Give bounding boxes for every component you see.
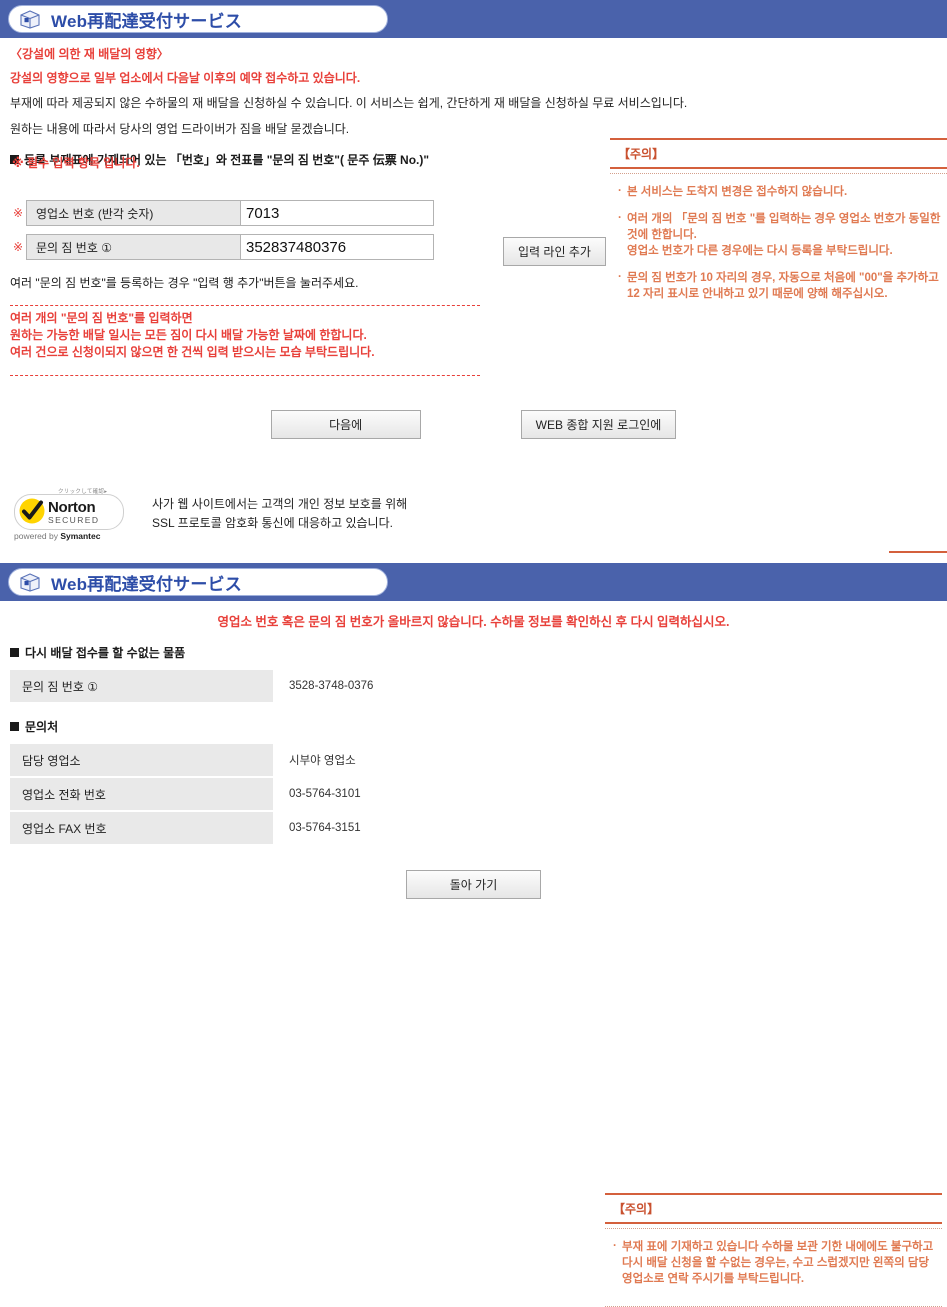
package-number-label: 문의 짐 번호 ①: [10, 670, 273, 704]
norton-powered-by: powered by Symantec: [14, 531, 101, 541]
required-heading-red-layer: ※ 필수 입력 항목 입니다.: [12, 156, 140, 170]
panel2-button-row: 돌아 가기: [10, 870, 937, 899]
intro-heading-2: 강설의 영향으로 일부 업소에서 다음날 이후의 예약 접수하고 있습니다.: [10, 71, 361, 85]
norton-secured-section: クリックして確認▸ Norton SECURED powered by Syma…: [10, 485, 937, 543]
office-fax-label: 영업소 FAX 번호: [10, 811, 273, 846]
contact-info-table: 담당 영업소 시부야 영업소 영업소 전화 번호 03-5764-3101 영업…: [10, 744, 565, 846]
office-name-label: 담당 영업소: [10, 744, 273, 778]
error-message: 영업소 번호 혹은 문의 짐 번호가 올바르지 않습니다. 수하물 정보를 확인…: [217, 615, 730, 629]
norton-secured-label: SECURED: [48, 514, 100, 525]
panel1-notice-panel: 【주의】 본 서비스는 도착지 변경은 접수하지 않습니다. 여러 개의 「문의…: [610, 138, 947, 321]
required-asterisk: ※: [12, 206, 24, 220]
panel1-titlebar: Web再配達受付サービス: [0, 0, 947, 38]
table-row: 문의 짐 번호 ① 3528-3748-0376: [10, 670, 565, 704]
panel1-button-row: 다음에 WEB 종합 지원 로그인에: [10, 410, 937, 439]
office-phone-value: 03-5764-3101: [273, 777, 565, 812]
panel2-title: Web再配達受付サービス: [51, 574, 242, 594]
back-button[interactable]: 돌아 가기: [406, 870, 541, 899]
bullet-square-icon: [10, 648, 19, 657]
ssl-description-line2: SSL 프로토콜 암호화 통신에 대응하고 있습니다.: [152, 516, 393, 530]
ssl-description: 사가 웹 사이트에서는 고객의 개인 정보 보호를 위해 SSL 프로토콜 암호…: [152, 495, 407, 533]
multi-entry-warning-line2: 원하는 가능한 배달 일시는 모든 짐이 다시 배달 가능한 날짜에 한합니다.: [10, 328, 367, 342]
intro-heading: 〈강설에 의한 재 배달의 영향〉: [10, 47, 169, 61]
bullet-square-icon: [10, 722, 19, 731]
office-name-value: 시부야 영업소: [273, 744, 565, 778]
panel2-notice-panel: 【주의】 부재 표에 기재하고 있습니다 수하물 보관 기한 내에에도 불구하고…: [605, 1193, 942, 1307]
package-box-icon: [19, 9, 41, 29]
panel2-title-pill: Web再配達受付サービス: [8, 568, 388, 596]
intro-body-line1: 부재에 따라 제공되지 않은 수하물의 재 배달을 신청하실 수 있습니다. 이…: [10, 96, 688, 110]
undeliverable-items-table: 문의 짐 번호 ① 3528-3748-0376: [10, 670, 565, 704]
ssl-description-line1: 사가 웹 사이트에서는 고객의 개인 정보 보호를 위해: [152, 497, 408, 511]
add-input-line-button[interactable]: 입력 라인 추가: [503, 237, 606, 266]
panel2-titlebar: Web再配達受付サービス: [0, 551, 947, 601]
web-support-login-button[interactable]: WEB 종합 지원 로그인에: [520, 410, 677, 439]
clipped-notice-rule: [889, 551, 947, 557]
package-number-input[interactable]: 352837480376: [241, 234, 434, 260]
panel2-notice-list: 부재 표에 기재하고 있습니다 수하물 보관 기한 내에에도 불구하고 다시 배…: [605, 1229, 942, 1306]
office-phone-label: 영업소 전화 번호: [10, 777, 273, 812]
norton-badge[interactable]: クリックして確認▸ Norton SECURED powered by Syma…: [14, 485, 124, 543]
norton-wordmark: Norton SECURED: [48, 500, 99, 525]
required-asterisk: ※: [12, 240, 24, 254]
intro-body-line2: 원하는 내용에 따라서 당사의 영업 드라이버가 짐을 배달 묻겠습니다.: [10, 122, 350, 136]
section-title-undeliverable: 다시 배달 접수를 할 수없는 물품: [10, 644, 937, 661]
multi-entry-warning-line3: 여러 건으로 신청이되지 않으면 한 건씩 입력 받으시는 모습 부탁드립니다.: [10, 345, 375, 359]
symantec-brand: Symantec: [60, 531, 101, 541]
panel1-notice-item: 본 서비스는 도착지 변경은 접수하지 않습니다.: [616, 183, 941, 200]
panel1-title-pill: Web再配達受付サービス: [8, 5, 388, 33]
norton-brand: Norton: [48, 498, 96, 516]
panel1-notice-title: 【주의】: [610, 138, 947, 169]
divider-dashed-top: [10, 305, 480, 306]
panel1-notice-list: 본 서비스는 도착지 변경은 접수하지 않습니다. 여러 개의 「문의 짐 번호…: [610, 174, 947, 321]
divider-dashed-bottom: [10, 375, 480, 376]
table-row: 영업소 전화 번호 03-5764-3101: [10, 777, 565, 812]
office-number-label: 영업소 번호 (반각 숫자): [26, 200, 241, 226]
package-number-label: 문의 짐 번호 ①: [26, 234, 241, 260]
panel1-notice-item: 여러 개의 「문의 짐 번호 "를 입력하는 경우 영업소 번호가 동일한 것에…: [616, 210, 941, 259]
package-box-icon: [19, 572, 41, 592]
checkmark-icon: [18, 497, 46, 528]
panel-redelivery-error: Web再配達受付サービス 영업소 번호 혹은 문의 짐 번호가 올바르지 않습니…: [0, 551, 947, 1307]
panel2-notice-item: 부재 표에 기재하고 있습니다 수하물 보관 기한 내에에도 불구하고 다시 배…: [611, 1238, 936, 1287]
office-fax-value: 03-5764-3151: [273, 811, 565, 846]
panel1-title: Web再配達受付サービス: [51, 11, 242, 31]
panel1-notice-item: 문의 짐 번호가 10 자리의 경우, 자동으로 처음에 "00"을 추가하고 …: [616, 269, 941, 302]
panel2-notice-title: 【주의】: [605, 1193, 942, 1224]
table-row: 영업소 FAX 번호 03-5764-3151: [10, 811, 565, 846]
panel-redelivery-form: Web再配達受付サービス 〈강설에 의한 재 배달의 영향〉 강설의 영향으로 …: [0, 0, 947, 543]
office-number-input[interactable]: 7013: [241, 200, 434, 226]
section-title-contact: 문의처: [10, 718, 937, 735]
table-row: 담당 영업소 시부야 영업소: [10, 744, 565, 778]
package-number-value: 3528-3748-0376: [273, 670, 565, 704]
next-button[interactable]: 다음에: [270, 410, 421, 439]
norton-oval: Norton SECURED: [14, 494, 124, 530]
